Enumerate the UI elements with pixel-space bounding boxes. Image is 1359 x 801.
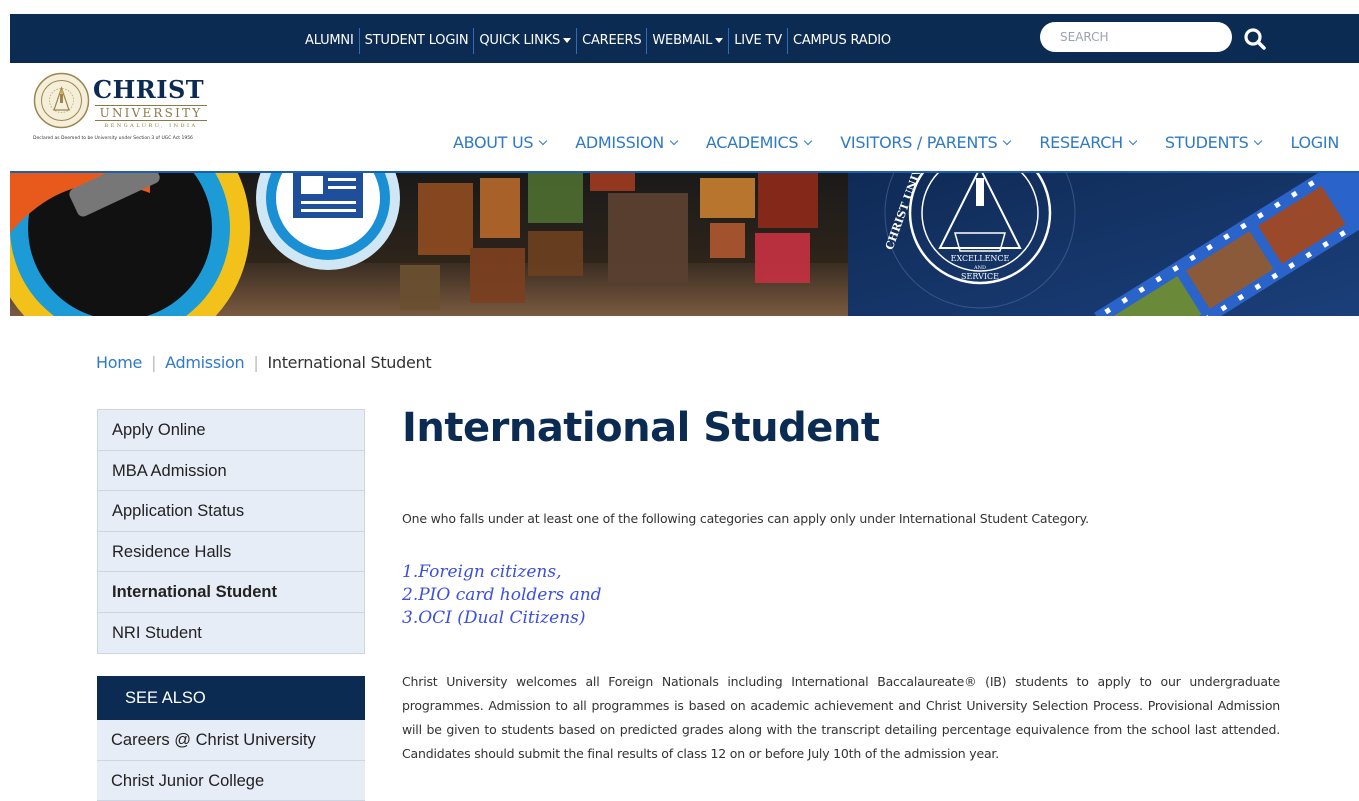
- quick-links-label: QUICK LINKS: [479, 33, 560, 48]
- sidebar-item-nri-student[interactable]: NRI Student: [98, 613, 364, 654]
- nav-visitors-parents-label: VISITORS / PARENTS: [840, 133, 997, 152]
- breadcrumb-home[interactable]: Home: [96, 353, 142, 372]
- top-utility-bar: ALUMNI STUDENT LOGIN QUICK LINKS CAREERS…: [10, 14, 1359, 63]
- logo-location: BENGALURU, INDIA: [95, 123, 207, 129]
- sidebar-item-residence-halls[interactable]: Residence Halls: [98, 532, 364, 573]
- careers-link[interactable]: CAREERS: [576, 28, 646, 54]
- sidebar-item-apply-online[interactable]: Apply Online: [98, 410, 364, 451]
- category-item: 3.OCI (Dual Citizens): [402, 607, 602, 630]
- breadcrumb-admission[interactable]: Admission: [165, 353, 244, 372]
- campus-radio-link-label: CAMPUS RADIO: [793, 33, 891, 48]
- webmail-dropdown[interactable]: WEBMAIL: [646, 28, 728, 54]
- see-also-careers[interactable]: Careers @ Christ University: [97, 720, 365, 761]
- alumni-link[interactable]: ALUMNI: [300, 28, 359, 54]
- nav-about-us-label: ABOUT US: [453, 133, 533, 152]
- chevron-down-icon: [670, 137, 678, 145]
- breadcrumb-separator: |: [151, 353, 156, 372]
- university-emblem-icon: [33, 72, 90, 129]
- student-login-link[interactable]: STUDENT LOGIN: [359, 28, 474, 54]
- intro-text: One who falls under at least one of the …: [402, 511, 1089, 526]
- sidebar-item-international-student[interactable]: International Student: [98, 572, 364, 613]
- alumni-link-label: ALUMNI: [305, 33, 354, 48]
- nav-admission[interactable]: ADMISSION: [575, 133, 677, 152]
- sidebar-item-application-status[interactable]: Application Status: [98, 491, 364, 532]
- see-also-heading: SEE ALSO: [97, 676, 365, 720]
- page-title: International Student: [402, 405, 1282, 451]
- logo-name: CHRIST: [93, 75, 204, 104]
- nav-research[interactable]: RESEARCH: [1039, 133, 1136, 152]
- live-tv-link[interactable]: LIVE TV: [728, 28, 787, 54]
- search-box: [1040, 22, 1232, 52]
- chevron-down-icon: [1254, 137, 1262, 145]
- nav-students[interactable]: STUDENTS: [1165, 133, 1262, 152]
- nav-research-label: RESEARCH: [1039, 133, 1123, 152]
- campus-radio-link[interactable]: CAMPUS RADIO: [787, 28, 896, 54]
- nav-login-label: LOGIN: [1290, 133, 1339, 152]
- caret-down-icon: [715, 38, 723, 43]
- banner-image: EXCELLENCE AND SERVICE CHRIST UNIVERSITY: [10, 173, 1359, 316]
- admission-menu: Apply Online MBA Admission Application S…: [97, 409, 365, 654]
- breadcrumb-current: International Student: [267, 353, 431, 372]
- category-list: 1.Foreign citizens, 2.PIO card holders a…: [402, 561, 602, 630]
- nav-academics[interactable]: ACADEMICS: [706, 133, 811, 152]
- category-item: 1.Foreign citizens,: [402, 561, 602, 584]
- nav-login[interactable]: LOGIN: [1290, 133, 1339, 152]
- logo-subtitle: UNIVERSITY: [95, 105, 207, 121]
- nav-students-label: STUDENTS: [1165, 133, 1249, 152]
- main-content: International Student One who falls unde…: [402, 405, 1282, 451]
- seal-motto-1: EXCELLENCE: [951, 254, 1010, 263]
- careers-link-label: CAREERS: [582, 33, 641, 48]
- nav-about-us[interactable]: ABOUT US: [453, 133, 546, 152]
- christ-university-logo[interactable]: CHRIST UNIVERSITY BENGALURU, INDIA Decla…: [33, 72, 213, 152]
- header-banner: EXCELLENCE AND SERVICE CHRIST UNIVERSITY: [10, 173, 1359, 316]
- admission-body-text: Christ University welcomes all Foreign N…: [402, 670, 1280, 766]
- nav-academics-label: ACADEMICS: [706, 133, 798, 152]
- chevron-down-icon: [804, 137, 812, 145]
- nav-visitors-parents[interactable]: VISITORS / PARENTS: [840, 133, 1010, 152]
- category-item: 2.PIO card holders and: [402, 584, 602, 607]
- live-tv-link-label: LIVE TV: [734, 33, 782, 48]
- nav-admission-label: ADMISSION: [575, 133, 664, 152]
- quick-links-dropdown[interactable]: QUICK LINKS: [473, 28, 576, 54]
- sidebar-item-mba-admission[interactable]: MBA Admission: [98, 451, 364, 492]
- chevron-down-icon: [539, 137, 547, 145]
- student-login-link-label: STUDENT LOGIN: [365, 33, 469, 48]
- main-navigation: ABOUT US ADMISSION ACADEMICS VISITORS / …: [453, 133, 1339, 152]
- utility-links: ALUMNI STUDENT LOGIN QUICK LINKS CAREERS…: [300, 28, 896, 54]
- chevron-down-icon: [1003, 137, 1011, 145]
- breadcrumb: Home | Admission | International Student: [96, 353, 431, 372]
- caret-down-icon: [563, 38, 571, 43]
- chevron-down-icon: [1129, 137, 1137, 145]
- breadcrumb-separator: |: [253, 353, 258, 372]
- seal-motto-3: SERVICE: [961, 272, 999, 281]
- logo-tagline: Declared as Deemed to be University unde…: [33, 136, 213, 141]
- seal-motto-2: AND: [973, 265, 986, 271]
- webmail-label: WEBMAIL: [652, 33, 712, 48]
- search-icon[interactable]: [1243, 27, 1267, 51]
- search-input[interactable]: [1040, 22, 1210, 52]
- sidebar: Apply Online MBA Admission Application S…: [97, 409, 365, 801]
